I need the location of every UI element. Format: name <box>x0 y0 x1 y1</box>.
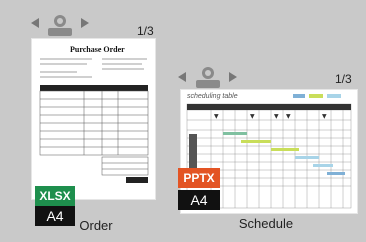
page-nav <box>31 18 39 28</box>
document-name: Schedule <box>238 216 294 231</box>
page-nav-next <box>229 72 237 82</box>
prev-page-icon[interactable] <box>178 72 186 82</box>
svg-text:▼: ▼ <box>250 113 255 120</box>
prev-page-icon[interactable] <box>31 18 39 28</box>
document-title: Purchase Order <box>70 45 125 54</box>
svg-text:▼: ▼ <box>286 113 291 120</box>
document-title: scheduling table <box>187 93 238 100</box>
document-card-schedule[interactable]: 1/3 scheduling table ▼ ▼ ▼ ▼ ▼ PPTX A4 S… <box>175 66 365 238</box>
purchase-order-preview <box>39 58 149 183</box>
page-counter: 1/3 <box>335 72 352 86</box>
page-counter: 1/3 <box>137 24 154 38</box>
document-thumbnail[interactable]: Purchase Order <box>31 38 156 200</box>
svg-text:▼: ▼ <box>214 113 219 120</box>
page-nav <box>178 72 186 82</box>
document-name: Order <box>79 218 113 233</box>
svg-text:▼: ▼ <box>322 113 327 120</box>
page-nav-next <box>81 18 89 28</box>
document-card-order[interactable]: 1/3 Purchase Order XLSX A4 Order <box>25 12 167 238</box>
next-page-icon[interactable] <box>81 18 89 28</box>
paper-size-badge: A4 <box>178 190 220 210</box>
binder-clip-icon <box>45 14 75 40</box>
file-type-badge: XLSX <box>35 186 75 206</box>
svg-text:▼: ▼ <box>274 113 279 120</box>
file-type-badge: PPTX <box>178 168 220 188</box>
next-page-icon[interactable] <box>229 72 237 82</box>
